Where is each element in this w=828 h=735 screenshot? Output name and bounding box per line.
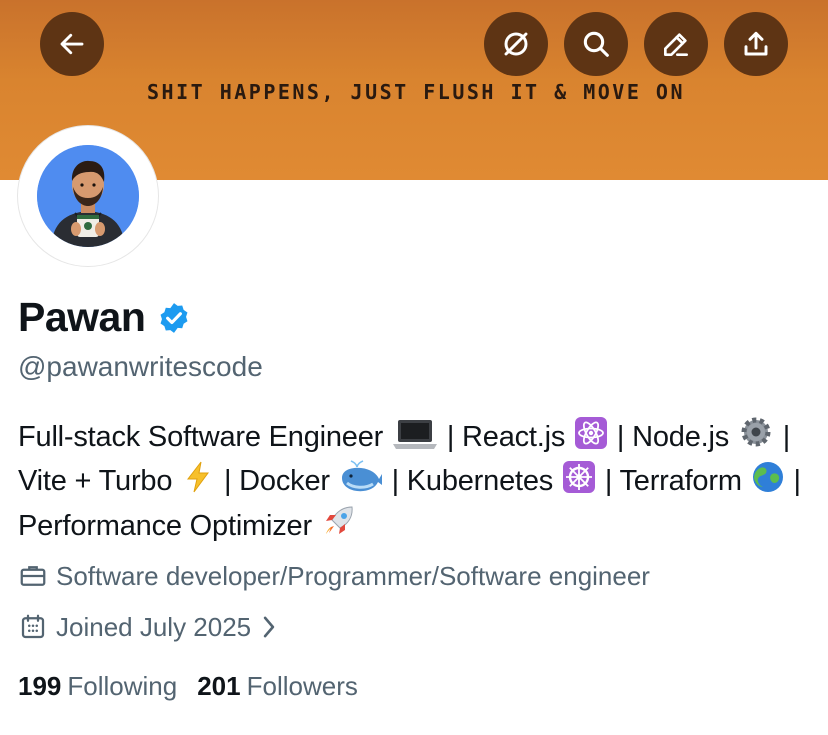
avatar-illustration	[37, 145, 139, 247]
atom-symbol-icon	[575, 417, 608, 449]
arrow-left-icon	[60, 33, 84, 55]
whale-icon	[341, 459, 382, 491]
briefcase-icon	[18, 561, 48, 591]
grok-button[interactable]	[484, 12, 548, 76]
avatar-image	[37, 145, 139, 247]
globe-icon	[752, 461, 783, 492]
edit-button[interactable]	[644, 12, 708, 76]
display-name: Pawan	[18, 294, 146, 340]
profile-bio: Full-stack Software Engineer | React.js …	[18, 414, 818, 549]
profession-text: Software developer/Programmer/Software e…	[56, 561, 650, 591]
bio-text: | Kubernetes	[391, 464, 554, 497]
profile-avatar[interactable]	[17, 125, 159, 267]
following-label: Following	[67, 671, 178, 701]
follow-stats: 199 Following 201 Followers	[18, 668, 358, 704]
gear-icon	[741, 417, 771, 447]
pencil-icon	[664, 33, 688, 56]
bio-text: | Docker	[223, 464, 330, 497]
wheel-icon	[562, 460, 595, 493]
followers-link[interactable]: 201 Followers	[197, 668, 358, 704]
back-button[interactable]	[40, 12, 104, 76]
bio-text: |	[604, 464, 613, 497]
banner-text: SHIT HAPPENS, JUST FLUSH IT & MOVE ON	[146, 80, 686, 104]
profession-row: Software developer/Programmer/Software e…	[18, 558, 650, 594]
bio-text: | React.js	[446, 421, 566, 453]
joined-text: Joined July 2025	[56, 612, 252, 642]
profile-handle: @pawanwritescode	[18, 351, 263, 382]
slash-circle-icon	[504, 32, 528, 56]
joined-row[interactable]: Joined July 2025	[18, 609, 277, 645]
followers-label: Followers	[246, 671, 358, 701]
share-upload-icon	[744, 31, 768, 56]
share-button[interactable]	[724, 12, 788, 76]
followers-count: 201	[197, 671, 241, 701]
calendar-icon	[18, 612, 48, 642]
verified-badge-icon[interactable]	[157, 301, 191, 335]
following-link[interactable]: 199 Following	[18, 668, 177, 704]
bio-text: | Node.js	[616, 421, 730, 453]
lightning-icon	[187, 461, 210, 492]
rocket-icon	[325, 506, 353, 534]
chevron-right-icon	[261, 614, 277, 640]
bio-text: Full-stack Software Engineer	[18, 421, 384, 453]
laptop-icon	[392, 420, 437, 449]
profile-name-row: Pawan	[18, 289, 191, 345]
search-button[interactable]	[564, 12, 628, 76]
bio-text: Terraform	[619, 464, 742, 497]
following-count: 199	[18, 671, 62, 701]
search-icon	[583, 31, 609, 57]
